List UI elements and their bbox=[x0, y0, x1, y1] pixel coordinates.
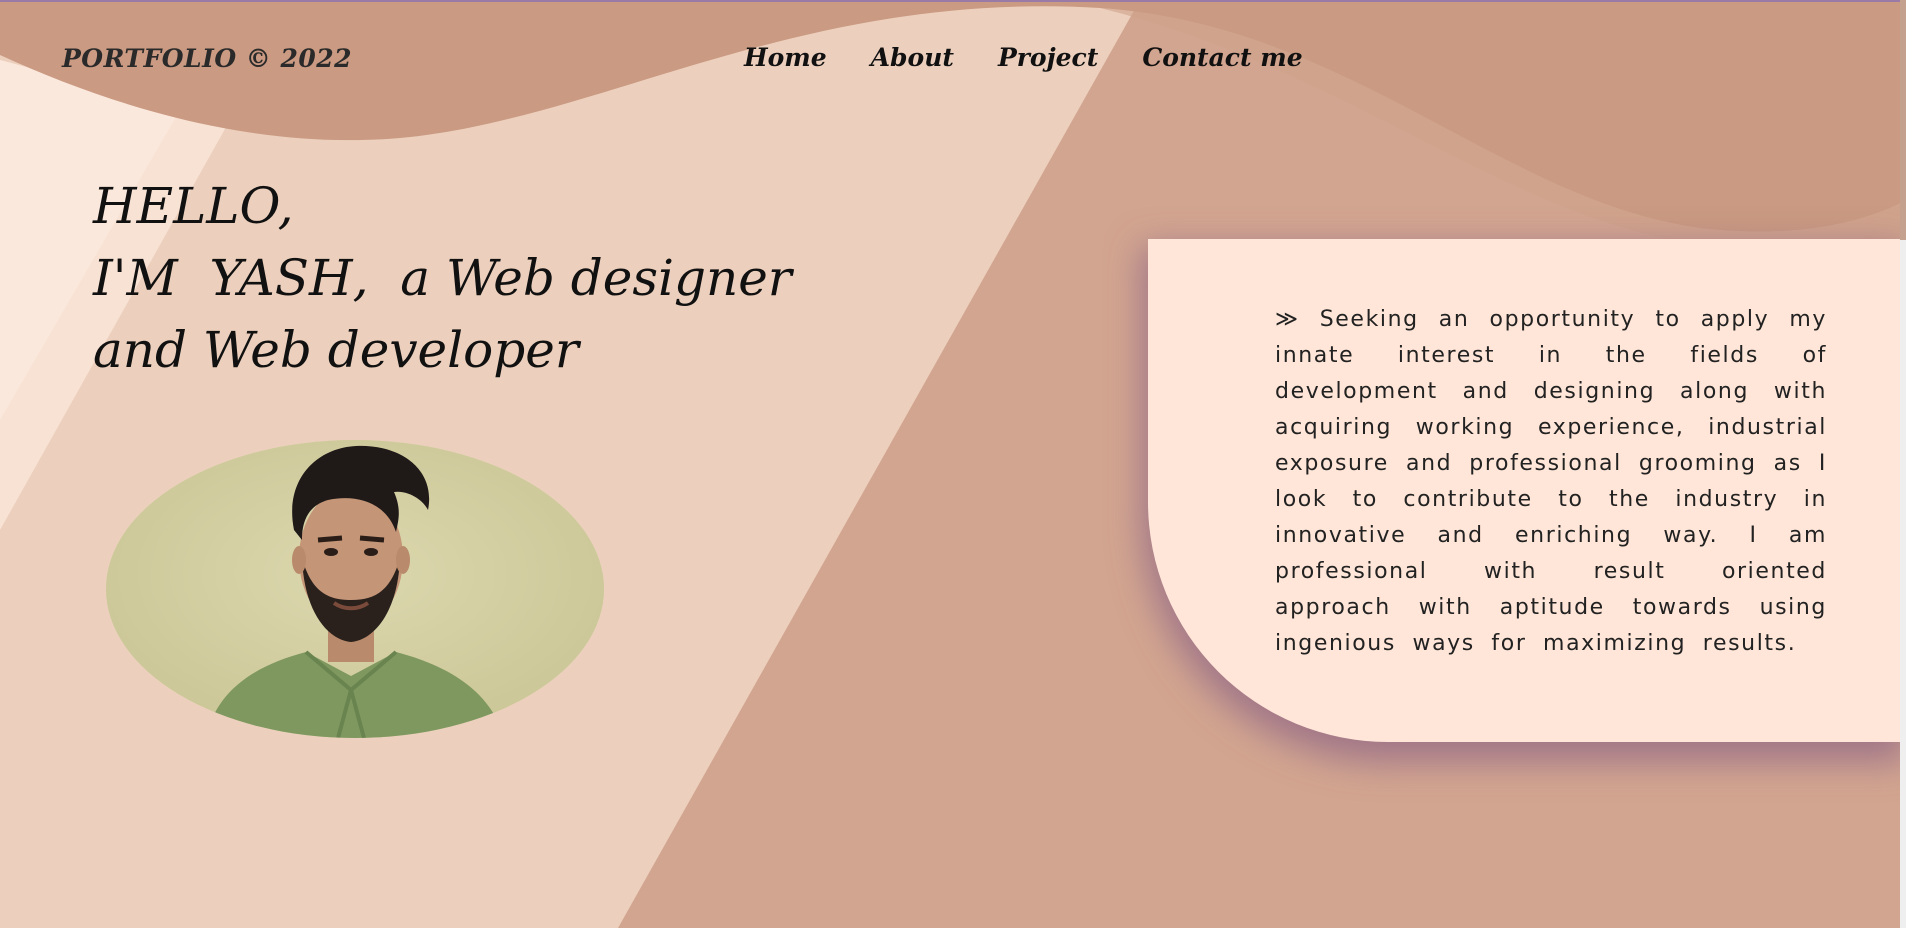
brand-logo: PORTFOLIO © 2022 bbox=[62, 44, 353, 73]
hero-line-3: and Web developer bbox=[93, 321, 579, 379]
about-card: ≫ Seeking an opportunity to apply my inn… bbox=[1148, 239, 1900, 742]
nav-home[interactable]: Home bbox=[744, 43, 827, 72]
hero-heading: HELLO, I'M YASH, a Web designer and Web … bbox=[93, 170, 792, 386]
top-border bbox=[0, 0, 1906, 2]
main-nav: Home About Project Contact me bbox=[744, 43, 1303, 72]
profile-photo bbox=[106, 440, 604, 738]
bullet-icon: ≫ bbox=[1275, 307, 1300, 332]
nav-contact[interactable]: Contact me bbox=[1142, 43, 1302, 72]
scrollbar-thumb[interactable] bbox=[1900, 0, 1906, 240]
nav-project[interactable]: Project bbox=[998, 43, 1098, 72]
nav-about[interactable]: About bbox=[871, 43, 954, 72]
about-text-block: ≫ Seeking an opportunity to apply my inn… bbox=[1275, 302, 1827, 662]
scrollbar[interactable] bbox=[1900, 0, 1906, 928]
hero-line-1: HELLO, bbox=[93, 177, 294, 235]
hero-line-2: I'M YASH, a Web designer bbox=[93, 249, 792, 307]
about-text: Seeking an opportunity to apply my innat… bbox=[1275, 307, 1827, 656]
